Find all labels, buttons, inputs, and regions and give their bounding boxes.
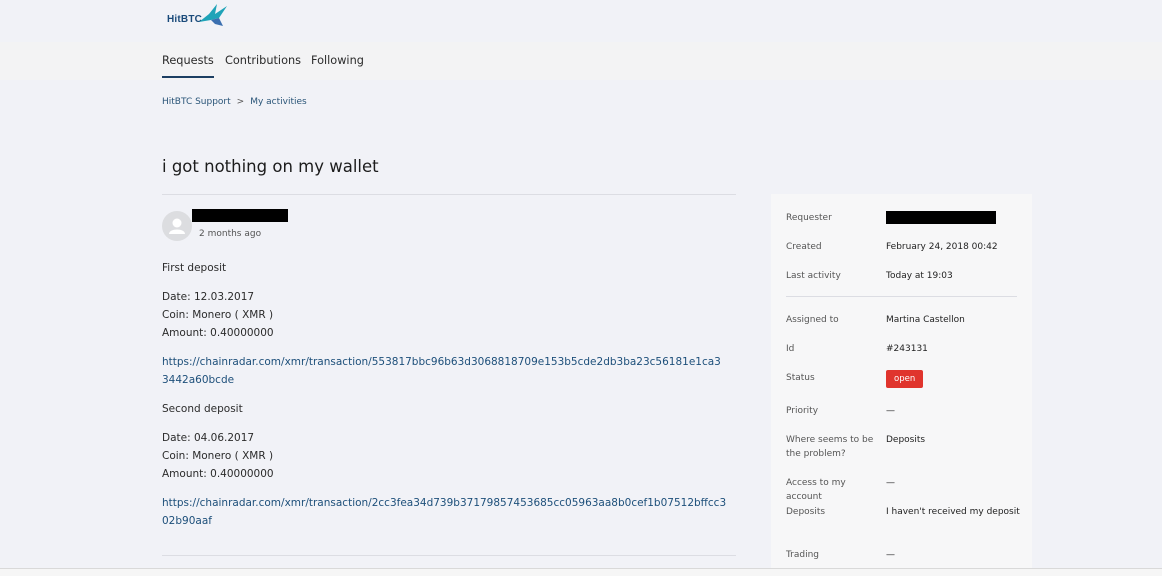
trading-label: Trading: [786, 550, 820, 560]
nav-bar: Requests Contributions Following: [0, 42, 1162, 80]
breadcrumb-hitbtc-support[interactable]: HitBTC Support: [162, 97, 231, 107]
first-amount: Amount: 0.40000000: [162, 327, 274, 339]
last-activity-value: Today at 19:03: [886, 271, 953, 281]
request-details-panel: Requester Created February 24, 2018 00:4…: [771, 194, 1032, 575]
tab-contributions[interactable]: Contributions: [225, 54, 301, 76]
created-value: February 24, 2018 00:42: [886, 242, 998, 252]
last-activity-label: Last activity: [786, 271, 841, 281]
details-divider: [786, 296, 1017, 297]
top-header: HitBTC: [0, 0, 1162, 42]
second-amount: Amount: 0.40000000: [162, 468, 274, 480]
access-label: Access to my account: [786, 478, 846, 502]
id-label: Id: [786, 344, 795, 354]
title-divider: [162, 194, 736, 195]
avatar: [162, 211, 192, 241]
trading-value: —: [886, 550, 895, 560]
created-label: Created: [786, 242, 822, 252]
priority-value: —: [886, 406, 895, 416]
second-coin: Coin: Monero ( XMR ): [162, 450, 274, 462]
tab-requests[interactable]: Requests: [162, 54, 214, 78]
problem-label: Where seems to be the problem?: [786, 435, 874, 459]
problem-value: Deposits: [886, 435, 926, 445]
deposits-label: Deposits: [786, 507, 826, 517]
paragraph-second-details: Date: 04.06.2017 Coin: Monero ( XMR ) Am…: [162, 429, 727, 483]
deposits-value: I haven't received my deposit: [886, 507, 1020, 517]
priority-label: Priority: [786, 406, 819, 416]
status-badge: open: [886, 370, 924, 388]
id-value: #243131: [886, 344, 928, 354]
breadcrumb: HitBTC Support > My activities: [162, 97, 307, 107]
paragraph-second-deposit: Second deposit: [162, 403, 243, 415]
transaction-link-1[interactable]: https://chainradar.com/xmr/transaction/5…: [162, 356, 721, 386]
request-body: First deposit Date: 12.03.2017 Coin: Mon…: [162, 259, 727, 541]
logo-bird-icon: [199, 4, 227, 26]
transaction-link-2[interactable]: https://chainradar.com/xmr/transaction/2…: [162, 497, 726, 527]
access-value: —: [886, 478, 895, 488]
page-title: i got nothing on my wallet: [162, 157, 379, 176]
body-divider: [162, 555, 736, 556]
second-date: Date: 04.06.2017: [162, 432, 255, 444]
assigned-label: Assigned to: [786, 315, 839, 325]
status-label: Status: [786, 373, 815, 383]
redacted-username: [192, 209, 288, 222]
redacted-requester: [886, 211, 996, 224]
paragraph-first-details: Date: 12.03.2017 Coin: Monero ( XMR ) Am…: [162, 288, 727, 342]
hitbtc-logo[interactable]: HitBTC: [167, 2, 231, 30]
requester-label: Requester: [786, 213, 832, 223]
paragraph-first-deposit: First deposit: [162, 262, 227, 274]
assigned-value: Martina Castellon: [886, 315, 965, 325]
breadcrumb-separator: >: [236, 97, 245, 107]
breadcrumb-my-activities[interactable]: My activities: [250, 97, 307, 107]
post-time: 2 months ago: [199, 229, 262, 239]
status-value: open: [886, 370, 1021, 388]
first-coin: Coin: Monero ( XMR ): [162, 309, 274, 321]
tab-following[interactable]: Following: [311, 54, 364, 76]
first-date: Date: 12.03.2017: [162, 291, 255, 303]
requester-value: [886, 211, 1021, 225]
user-icon: [169, 218, 185, 234]
